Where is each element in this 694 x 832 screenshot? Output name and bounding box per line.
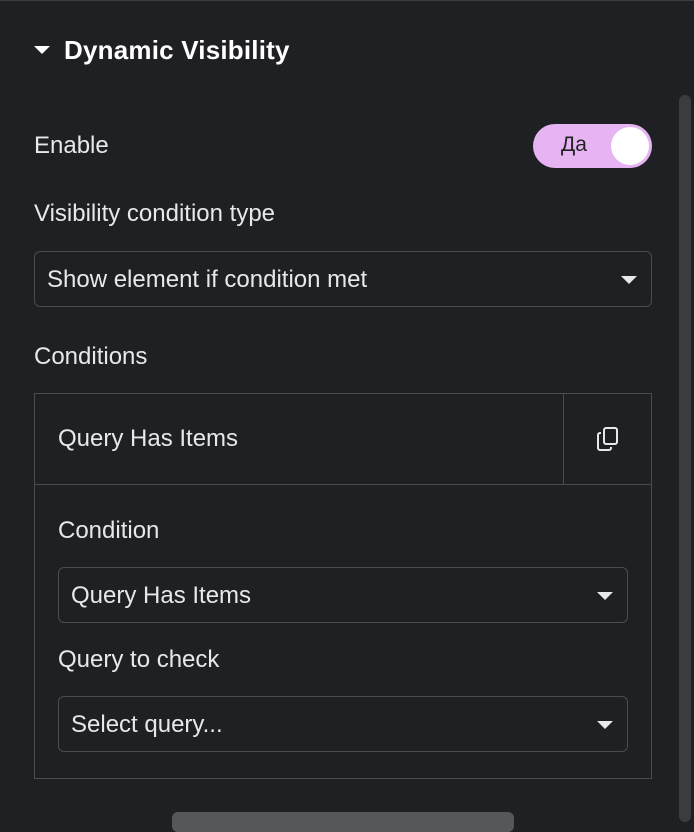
query-to-check-label: Query to check [58,646,220,673]
condition-label: Condition [58,517,160,544]
query-to-check-value: Select query... [71,711,223,738]
dynamic-visibility-panel: Dynamic Visibility Enable Да Visibility … [0,0,694,832]
copy-icon [597,427,618,451]
toggle-state-label: Да [561,133,587,156]
scrollbar-thumb[interactable] [679,95,691,822]
add-item-button[interactable] [172,812,514,832]
condition-repeater-item: Query Has Items Condition Query Has Item… [34,393,652,779]
section-header-toggle[interactable]: Dynamic Visibility [34,30,290,70]
caret-down-icon [597,592,613,600]
condition-select[interactable]: Query Has Items [58,567,628,623]
query-to-check-select[interactable]: Select query... [58,696,628,752]
caret-down-icon [597,721,613,729]
enable-toggle[interactable]: Да [533,124,652,168]
visibility-condition-type-label: Visibility condition type [34,200,276,227]
section-title: Dynamic Visibility [64,34,290,65]
caret-down-icon [34,46,50,54]
repeater-item-header[interactable]: Query Has Items [35,394,651,485]
repeater-item-title: Query Has Items [58,425,239,452]
caret-down-icon [621,276,637,284]
conditions-label: Conditions [34,343,148,370]
visibility-condition-type-select[interactable]: Show element if condition met [34,251,652,307]
visibility-condition-type-value: Show element if condition met [47,266,368,293]
toggle-knob [611,127,649,165]
duplicate-button[interactable] [563,394,652,484]
condition-value: Query Has Items [71,582,252,609]
enable-label: Enable [34,132,109,159]
